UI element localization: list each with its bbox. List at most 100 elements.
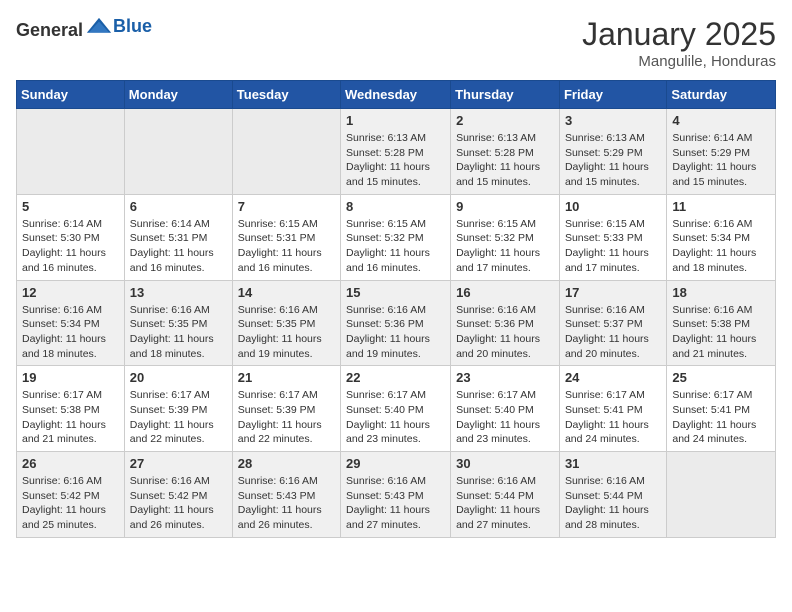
day-number: 31 [565, 456, 661, 471]
cell-info: Sunrise: 6:16 AM Sunset: 5:36 PM Dayligh… [456, 303, 554, 362]
calendar-cell: 21 Sunrise: 6:17 AM Sunset: 5:39 PM Dayli… [232, 366, 340, 452]
page-header: General Blue January 2025 Mangulile, Hon… [16, 16, 776, 70]
cell-info: Sunrise: 6:16 AM Sunset: 5:44 PM Dayligh… [565, 474, 661, 533]
cell-info: Sunrise: 6:16 AM Sunset: 5:34 PM Dayligh… [22, 303, 119, 362]
day-number: 30 [456, 456, 554, 471]
day-number: 21 [238, 370, 335, 385]
cell-info: Sunrise: 6:14 AM Sunset: 5:31 PM Dayligh… [130, 217, 227, 276]
day-number: 5 [22, 199, 119, 214]
cell-info: Sunrise: 6:17 AM Sunset: 5:41 PM Dayligh… [672, 388, 770, 447]
logo-icon [85, 16, 113, 44]
day-number: 11 [672, 199, 770, 214]
day-number: 15 [346, 285, 445, 300]
cell-info: Sunrise: 6:17 AM Sunset: 5:39 PM Dayligh… [130, 388, 227, 447]
cell-info: Sunrise: 6:15 AM Sunset: 5:32 PM Dayligh… [346, 217, 445, 276]
cell-info: Sunrise: 6:17 AM Sunset: 5:38 PM Dayligh… [22, 388, 119, 447]
month-year: January 2025 [582, 16, 776, 53]
cell-info: Sunrise: 6:17 AM Sunset: 5:41 PM Dayligh… [565, 388, 661, 447]
calendar-cell: 14 Sunrise: 6:16 AM Sunset: 5:35 PM Dayli… [232, 280, 340, 366]
calendar-cell: 30 Sunrise: 6:16 AM Sunset: 5:44 PM Dayli… [451, 452, 560, 538]
calendar-cell: 29 Sunrise: 6:16 AM Sunset: 5:43 PM Dayli… [341, 452, 451, 538]
logo-blue-text: Blue [113, 16, 152, 37]
day-number: 10 [565, 199, 661, 214]
calendar-cell [124, 109, 232, 195]
day-number: 28 [238, 456, 335, 471]
calendar-cell: 16 Sunrise: 6:16 AM Sunset: 5:36 PM Dayli… [451, 280, 560, 366]
calendar-cell: 22Sunrise: 6:17 AM Sunset: 5:40 PM Dayli… [341, 366, 451, 452]
calendar-cell: 8 Sunrise: 6:15 AM Sunset: 5:32 PM Daylig… [341, 194, 451, 280]
calendar-cell [232, 109, 340, 195]
day-number: 16 [456, 285, 554, 300]
weekday-wednesday: Wednesday [341, 81, 451, 109]
cell-info: Sunrise: 6:16 AM Sunset: 5:44 PM Dayligh… [456, 474, 554, 533]
cell-info: Sunrise: 6:17 AM Sunset: 5:40 PM Dayligh… [346, 388, 445, 447]
day-number: 17 [565, 285, 661, 300]
calendar-cell [17, 109, 125, 195]
calendar-cell: 2 Sunrise: 6:13 AM Sunset: 5:28 PM Daylig… [451, 109, 560, 195]
day-number: 7 [238, 199, 335, 214]
cell-info: Sunrise: 6:16 AM Sunset: 5:35 PM Dayligh… [238, 303, 335, 362]
day-number: 14 [238, 285, 335, 300]
weekday-monday: Monday [124, 81, 232, 109]
cell-info: Sunrise: 6:13 AM Sunset: 5:28 PM Dayligh… [456, 131, 554, 190]
cell-info: Sunrise: 6:16 AM Sunset: 5:37 PM Dayligh… [565, 303, 661, 362]
calendar-cell: 6Sunrise: 6:14 AM Sunset: 5:31 PM Daylig… [124, 194, 232, 280]
day-number: 25 [672, 370, 770, 385]
cell-info: Sunrise: 6:17 AM Sunset: 5:40 PM Dayligh… [456, 388, 554, 447]
calendar-cell: 24 Sunrise: 6:17 AM Sunset: 5:41 PM Dayli… [559, 366, 666, 452]
cell-info: Sunrise: 6:13 AM Sunset: 5:28 PM Dayligh… [346, 131, 445, 190]
day-number: 23 [456, 370, 554, 385]
week-row-3: 12Sunrise: 6:16 AM Sunset: 5:34 PM Dayli… [17, 280, 776, 366]
weekday-thursday: Thursday [451, 81, 560, 109]
cell-info: Sunrise: 6:14 AM Sunset: 5:29 PM Dayligh… [672, 131, 770, 190]
weekday-friday: Friday [559, 81, 666, 109]
day-number: 29 [346, 456, 445, 471]
logo: General Blue [16, 16, 152, 44]
calendar-cell: 19 Sunrise: 6:17 AM Sunset: 5:38 PM Dayli… [17, 366, 125, 452]
calendar-cell: 11 Sunrise: 6:16 AM Sunset: 5:34 PM Dayli… [667, 194, 776, 280]
day-number: 3 [565, 113, 661, 128]
calendar-cell: 12Sunrise: 6:16 AM Sunset: 5:34 PM Dayli… [17, 280, 125, 366]
day-number: 24 [565, 370, 661, 385]
day-number: 26 [22, 456, 119, 471]
cell-info: Sunrise: 6:16 AM Sunset: 5:36 PM Dayligh… [346, 303, 445, 362]
calendar-cell: 25 Sunrise: 6:17 AM Sunset: 5:41 PM Dayli… [667, 366, 776, 452]
calendar-cell: 27Sunrise: 6:16 AM Sunset: 5:42 PM Dayli… [124, 452, 232, 538]
week-row-4: 19 Sunrise: 6:17 AM Sunset: 5:38 PM Dayli… [17, 366, 776, 452]
day-number: 9 [456, 199, 554, 214]
logo-general-text: General [16, 20, 83, 41]
cell-info: Sunrise: 6:16 AM Sunset: 5:42 PM Dayligh… [22, 474, 119, 533]
calendar-cell: 7 Sunrise: 6:15 AM Sunset: 5:31 PM Daylig… [232, 194, 340, 280]
calendar-cell: 3 Sunrise: 6:13 AM Sunset: 5:29 PM Daylig… [559, 109, 666, 195]
weekday-sunday: Sunday [17, 81, 125, 109]
cell-info: Sunrise: 6:15 AM Sunset: 5:31 PM Dayligh… [238, 217, 335, 276]
week-row-5: 26 Sunrise: 6:16 AM Sunset: 5:42 PM Dayli… [17, 452, 776, 538]
day-number: 18 [672, 285, 770, 300]
calendar-cell: 17 Sunrise: 6:16 AM Sunset: 5:37 PM Dayli… [559, 280, 666, 366]
day-number: 27 [130, 456, 227, 471]
cell-info: Sunrise: 6:16 AM Sunset: 5:43 PM Dayligh… [346, 474, 445, 533]
weekday-saturday: Saturday [667, 81, 776, 109]
cell-info: Sunrise: 6:17 AM Sunset: 5:39 PM Dayligh… [238, 388, 335, 447]
day-number: 19 [22, 370, 119, 385]
calendar-cell: 10Sunrise: 6:15 AM Sunset: 5:33 PM Dayli… [559, 194, 666, 280]
day-number: 2 [456, 113, 554, 128]
calendar-cell: 13 Sunrise: 6:16 AM Sunset: 5:35 PM Dayli… [124, 280, 232, 366]
cell-info: Sunrise: 6:16 AM Sunset: 5:38 PM Dayligh… [672, 303, 770, 362]
cell-info: Sunrise: 6:16 AM Sunset: 5:35 PM Dayligh… [130, 303, 227, 362]
calendar-cell: 9Sunrise: 6:15 AM Sunset: 5:32 PM Daylig… [451, 194, 560, 280]
calendar-table: SundayMondayTuesdayWednesdayThursdayFrid… [16, 80, 776, 538]
cell-info: Sunrise: 6:16 AM Sunset: 5:34 PM Dayligh… [672, 217, 770, 276]
calendar-cell: 26 Sunrise: 6:16 AM Sunset: 5:42 PM Dayli… [17, 452, 125, 538]
weekday-tuesday: Tuesday [232, 81, 340, 109]
day-number: 13 [130, 285, 227, 300]
calendar-cell: 15 Sunrise: 6:16 AM Sunset: 5:36 PM Dayli… [341, 280, 451, 366]
day-number: 1 [346, 113, 445, 128]
day-number: 4 [672, 113, 770, 128]
day-number: 20 [130, 370, 227, 385]
week-row-2: 5 Sunrise: 6:14 AM Sunset: 5:30 PM Daylig… [17, 194, 776, 280]
week-row-1: 1 Sunrise: 6:13 AM Sunset: 5:28 PM Daylig… [17, 109, 776, 195]
cell-info: Sunrise: 6:13 AM Sunset: 5:29 PM Dayligh… [565, 131, 661, 190]
day-number: 8 [346, 199, 445, 214]
cell-info: Sunrise: 6:14 AM Sunset: 5:30 PM Dayligh… [22, 217, 119, 276]
